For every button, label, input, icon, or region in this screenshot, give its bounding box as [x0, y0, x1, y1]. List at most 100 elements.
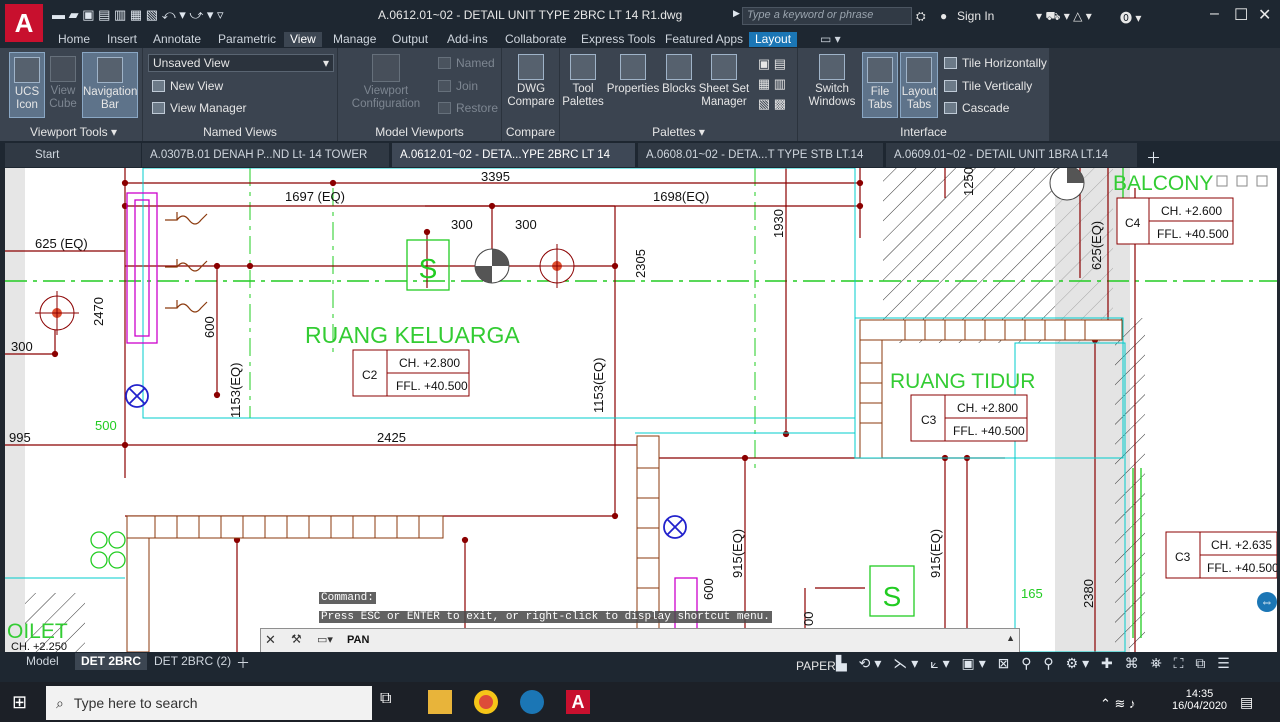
properties-button[interactable]: Properties: [606, 54, 660, 96]
join-viewports-button[interactable]: Join: [438, 79, 478, 93]
palette-small-icons[interactable]: ▣ ▤ ▦ ▥ ▧ ▩: [752, 54, 792, 114]
ribbon-options-icon[interactable]: ▭ ▾: [814, 32, 847, 47]
svg-text:300: 300: [11, 339, 33, 354]
view-manager-label: View Manager: [170, 101, 247, 115]
tab-annotate[interactable]: Annotate: [147, 32, 207, 47]
system-tray-icons[interactable]: ⌃ ≋ ♪: [1100, 696, 1136, 712]
svg-text:1698(EQ): 1698(EQ): [653, 189, 709, 204]
cart-icon[interactable]: ▾ ⛟ ▾ △ ▾: [1036, 9, 1092, 25]
new-view-button[interactable]: New View: [152, 79, 223, 93]
blocks-button[interactable]: Blocks: [660, 54, 698, 96]
tag-ch: CH. +2.600: [1161, 204, 1222, 218]
panel-viewport-tools: UCS Icon View Cube Navigation Bar Viewpo…: [5, 48, 143, 141]
quick-access-toolbar[interactable]: ▬ ▰ ▣ ▤ ▥ ▦ ▧ ⤺ ▾ ⤻ ▾ ▿: [52, 7, 224, 23]
tool-palettes-button[interactable]: Tool Palettes: [562, 54, 604, 109]
close-icon[interactable]: ✕: [265, 632, 276, 648]
notifications-icon[interactable]: ▤: [1240, 694, 1253, 711]
svg-text:300: 300: [451, 217, 473, 232]
sign-in-link[interactable]: Sign In: [957, 9, 994, 23]
svg-text:995: 995: [9, 430, 31, 445]
svg-text:CH. +2.250: CH. +2.250: [11, 641, 67, 652]
navigation-bar-button[interactable]: Navigation Bar: [82, 52, 138, 118]
wrench-icon[interactable]: ⚒: [291, 632, 302, 646]
layout-tab-model[interactable]: Model: [20, 653, 65, 670]
tab-collaborate[interactable]: Collaborate: [499, 32, 572, 47]
tab-parametric[interactable]: Parametric: [212, 32, 282, 47]
tab-add-ins[interactable]: Add-ins: [441, 32, 494, 47]
file-tab-1bra[interactable]: A.0609.01~02 - DETAIL UNIT 1BRA LT.14 R1…: [886, 143, 1138, 185]
viewport-configuration-button[interactable]: Viewport Configuration: [346, 54, 426, 111]
viewport-controls[interactable]: [1216, 175, 1268, 187]
navigation-bar-label: Navigation Bar: [83, 86, 138, 111]
paper-space-toggle[interactable]: PAPER: [796, 659, 836, 673]
svg-text:625 (EQ): 625 (EQ): [35, 236, 88, 251]
binoculars-icon[interactable]: ⛭: [916, 9, 926, 24]
view-cube-button[interactable]: View Cube: [47, 52, 79, 118]
named-viewports-label: Named: [456, 56, 495, 70]
file-explorer-icon[interactable]: [428, 690, 452, 714]
switch-windows-button[interactable]: Switch Windows: [808, 54, 856, 109]
help-icon[interactable]: ⓿ ▾: [1120, 9, 1141, 26]
autocad-taskbar-icon[interactable]: A: [566, 690, 590, 714]
compare-title: Compare: [505, 125, 556, 139]
view-manager-button[interactable]: View Manager: [152, 101, 247, 115]
search-input[interactable]: Type a keyword or phrase: [742, 7, 912, 25]
clock[interactable]: 14:35 16/04/2020: [1172, 688, 1227, 712]
minimize-icon[interactable]: –: [1210, 5, 1219, 23]
restore-viewports-button[interactable]: Restore: [438, 101, 498, 115]
command-line[interactable]: ✕ ⚒ ▭▾ PAN ▲: [260, 628, 1020, 653]
command-prompt-icon[interactable]: ▭▾: [317, 633, 333, 646]
file-tabs-button[interactable]: File Tabs: [862, 52, 898, 118]
tab-view[interactable]: View: [284, 32, 322, 47]
file-tab-stb[interactable]: A.0608.01~02 - DETA...T TYPE STB LT.14 R…: [638, 143, 884, 185]
dwg-compare-button[interactable]: DWG Compare: [506, 54, 556, 109]
view-dropdown[interactable]: Unsaved View ▾: [148, 54, 334, 72]
tab-home[interactable]: Home: [52, 32, 96, 47]
layout-tab-det-2brc[interactable]: DET 2BRC: [75, 653, 148, 670]
viewport-tools-title[interactable]: Viewport Tools ▾: [5, 125, 142, 139]
blocks-icon: [666, 54, 692, 80]
tab-insert[interactable]: Insert: [101, 32, 143, 47]
command-history-toggle-icon[interactable]: ▲: [1006, 633, 1015, 643]
tool-palettes-label: Tool Palettes: [562, 83, 604, 108]
layout-tabs-button[interactable]: Layout Tabs: [900, 52, 938, 118]
drawing-canvas[interactable]: S S RUANG KELUARGA RUANG TIDUR BALCONY O…: [5, 168, 1277, 652]
tab-express-tools[interactable]: Express Tools: [575, 32, 661, 47]
tile-vertically-button[interactable]: Tile Vertically: [944, 79, 1032, 93]
viewport-configuration-icon: [372, 54, 400, 82]
file-tab-2brc[interactable]: A.0612.01~02 - DETA...YPE 2BRC LT 14 R1*…: [392, 143, 636, 185]
sheet-set-manager-button[interactable]: Sheet Set Manager: [698, 54, 750, 109]
ucs-icon-button[interactable]: UCS Icon: [9, 52, 45, 118]
application-menu-button[interactable]: A: [5, 4, 43, 42]
status-toolbar-icons[interactable]: ▙ ⟲▾ ⋋▾ ⟀▾ ▣▾ ⊠ ⚲ ⚲ ⚙▾ ✚ ⌘ ⛯ ⛶ ⧉ ☰: [836, 655, 1234, 672]
taskbar-search[interactable]: ⌕ Type here to search: [46, 686, 372, 720]
tab-featured-apps[interactable]: Featured Apps: [659, 32, 749, 47]
teamviewer-icon[interactable]: ⇔: [1257, 592, 1277, 612]
add-layout-icon[interactable]: ＋: [236, 653, 250, 673]
cascade-label: Cascade: [962, 101, 1010, 115]
view-dropdown-value: Unsaved View: [153, 56, 230, 70]
file-tab-start[interactable]: Start: [5, 143, 142, 167]
taskbar-search-placeholder: Type here to search: [73, 695, 198, 711]
command-input[interactable]: PAN: [347, 634, 369, 646]
room-label-ruang-tidur: RUANG TIDUR: [890, 370, 1035, 393]
document-title: A.0612.01~02 - DETAIL UNIT TYPE 2BRC LT …: [378, 8, 683, 22]
windows-start-icon[interactable]: ⊞: [12, 692, 27, 713]
tile-horizontally-button[interactable]: Tile Horizontally: [944, 56, 1047, 70]
tab-layout[interactable]: Layout: [749, 32, 798, 47]
cascade-button[interactable]: Cascade: [944, 101, 1009, 115]
tab-output[interactable]: Output: [386, 32, 434, 47]
file-tab-denah[interactable]: A.0307B.01 DENAH P...ND Lt- 14 TOWER B*✕: [142, 143, 390, 185]
close-icon[interactable]: ✕: [1258, 5, 1271, 25]
teamviewer-taskbar-icon[interactable]: [520, 690, 544, 714]
palettes-title[interactable]: Palettes ▾: [560, 125, 797, 139]
new-tab-icon[interactable]: ＋: [1146, 147, 1161, 168]
tab-manage[interactable]: Manage: [327, 32, 382, 47]
named-viewports-button[interactable]: Named: [438, 56, 495, 70]
layout-tab-det-2brc-2[interactable]: DET 2BRC (2): [148, 653, 237, 670]
svg-text:2380: 2380: [1081, 579, 1096, 608]
task-view-icon[interactable]: ⧉: [380, 690, 404, 714]
maximize-icon[interactable]: ☐: [1234, 5, 1248, 25]
chrome-icon[interactable]: [474, 690, 498, 714]
file-tabs-icon: [867, 57, 893, 83]
